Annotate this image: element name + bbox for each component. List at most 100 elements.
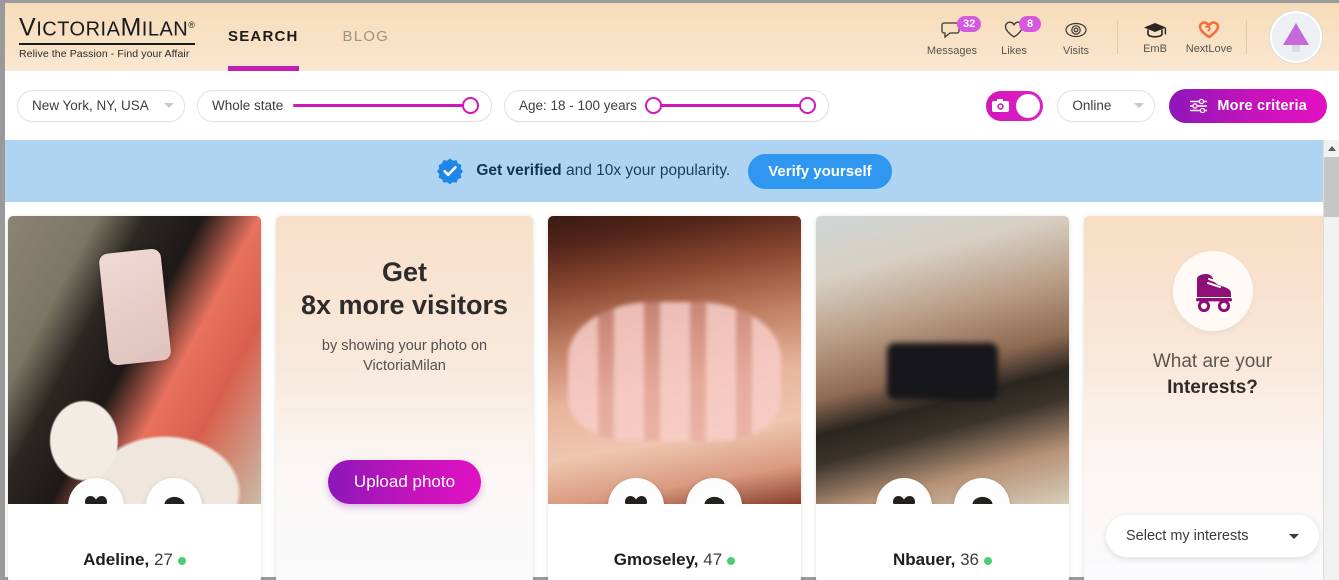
roller-skate-icon [1195,274,1232,312]
profile-age: 27 [153,550,173,569]
stat-likes-icon-row: 8 [1003,15,1041,42]
logo-ictoria: ICTORIA [36,18,121,41]
brand-logo[interactable]: VICTORIAMILAN® Relive the Passion - Find… [5,13,196,60]
app-header: VICTORIAMILAN® Relive the Passion - Find… [5,3,1339,71]
graduation-cap-icon [1144,22,1167,38]
select-interests-label: Select my interests [1126,528,1249,544]
chevron-down-icon [1134,103,1145,108]
message-button[interactable] [953,478,1010,504]
partner-app-links: EmB NextLove [1128,20,1236,55]
age-slider-knob-min[interactable] [644,97,662,114]
profile-card[interactable]: Nbauer, 36 Bronx [816,216,1069,580]
app-link-nextlove[interactable]: NextLove [1182,20,1236,55]
verify-banner: Get verified and 10x your popularity. Ve… [5,140,1323,202]
select-interests-dropdown[interactable]: Select my interests [1106,515,1319,557]
like-button[interactable] [875,478,932,504]
promo-title-line2: 8x more visitors [300,290,509,320]
scrollbar-up-button[interactable] [1324,140,1339,157]
page-scrollbar[interactable] [1323,140,1339,580]
header-stats: 32 Messages 8 Likes Visits EmB NextLove [921,11,1339,63]
message-button[interactable] [145,478,202,504]
online-indicator-dot [727,556,736,565]
profile-meta: Gmoseley, 47 New York [548,504,801,580]
chevron-down-icon [1289,533,1299,539]
promo-title: Get 8x more visitors [301,256,508,322]
more-criteria-button[interactable]: More criteria [1169,88,1327,123]
promo-subtitle-line1: by showing your photo on [321,338,488,354]
age-label: Age: 18 - 100 years [519,98,637,113]
age-slider[interactable] [644,96,816,116]
interests-icon-circle [1172,251,1253,331]
promo-title-line1: Get [381,257,427,287]
chat-bubble-icon [704,496,724,504]
stat-visits[interactable]: Visits [1045,18,1107,57]
message-button[interactable] [685,478,742,504]
photo-toggle-knob[interactable] [1016,93,1041,118]
camera-icon [989,97,1011,115]
verify-yourself-button[interactable]: Verify yourself [748,153,892,189]
nav-item-search[interactable]: SEARCH [206,3,321,71]
photo-only-toggle[interactable] [986,90,1044,121]
card-actions [8,478,261,504]
scrollbar-thumb[interactable] [1324,157,1339,217]
profile-card[interactable]: Adeline, 27 New York [8,216,261,580]
profile-meta: Adeline, 27 New York [8,504,261,580]
distance-label: Whole state [212,98,284,113]
age-slider-track [646,104,814,107]
like-button[interactable] [607,478,664,504]
distance-filter[interactable]: Whole state [197,89,492,122]
distance-slider-knob[interactable] [462,97,479,114]
verified-check-glyph [437,158,464,185]
profile-photo[interactable] [548,216,801,504]
card-actions [548,478,801,504]
online-status-value: Online [1072,98,1112,113]
stat-visits-label: Visits [1062,44,1090,57]
stat-visits-icon-row [1064,18,1088,42]
profile-age: 36 [960,550,979,569]
app-link-emb[interactable]: EmB [1128,20,1182,55]
interests-body: What are your Interests? Select my intere… [1084,216,1339,580]
interests-title-line1: What are your [1152,351,1273,372]
profile-name-line: Nbauer, 36 [816,550,1069,570]
profile-photo[interactable] [816,216,1069,504]
logo-registered-mark: ® [188,20,196,31]
distance-slider[interactable] [293,96,479,116]
camera-glyph [991,99,1009,112]
age-slider-knob-max[interactable] [799,97,816,114]
upload-photo-button[interactable]: Upload photo [327,460,482,504]
online-status-select[interactable]: Online [1057,89,1156,122]
profile-card[interactable]: Gmoseley, 47 New York [548,216,801,580]
banner-text: Get verified and 10x your popularity. [476,162,730,180]
logo-tagline: Relive the Passion - Find your Affair [19,47,190,60]
card-actions [816,478,1069,504]
banner-text-rest: and 10x your popularity. [561,162,731,179]
profile-name-line: Gmoseley, 47 [548,550,801,570]
profile-card-grid: Adeline, 27 New York Get8x more visitors… [5,216,1339,580]
profile-meta: Nbauer, 36 Bronx [816,504,1069,580]
online-indicator-dot [177,556,186,565]
love-swirl-icon [1198,20,1220,38]
nav-item-blog[interactable]: BLOG [321,3,411,71]
header-divider-left [1117,20,1118,54]
profile-age: 47 [703,550,723,569]
chat-bubble-icon [164,496,184,504]
likes-count-badge: 8 [1019,15,1041,32]
interests-title: What are your Interests? [1153,349,1272,401]
like-button[interactable] [67,478,124,504]
promo-subtitle: by showing your photo on VictoriaMilan [322,336,487,376]
stat-likes[interactable]: 8 Likes [983,15,1045,57]
age-filter[interactable]: Age: 18 - 100 years [504,89,829,122]
avatar[interactable] [1270,11,1322,63]
interests-promo-card[interactable]: What are your Interests? Select my intere… [1084,216,1339,580]
online-indicator-dot [984,556,992,565]
logo-v: V [19,13,37,42]
logo-ilan: ILAN [141,18,189,41]
avatar-wrap[interactable] [1257,11,1335,63]
stat-messages-label: Messages [926,44,978,57]
avatar-placeholder-icon [1283,23,1309,45]
profile-photo[interactable] [8,216,261,504]
upload-photo-promo-card[interactable]: Get 8x more visitors by showing your phot… [276,216,533,580]
location-select[interactable]: New York, NY, USA [17,89,185,122]
stat-messages[interactable]: 32 Messages [921,15,983,57]
heart-filled-icon [624,496,647,504]
